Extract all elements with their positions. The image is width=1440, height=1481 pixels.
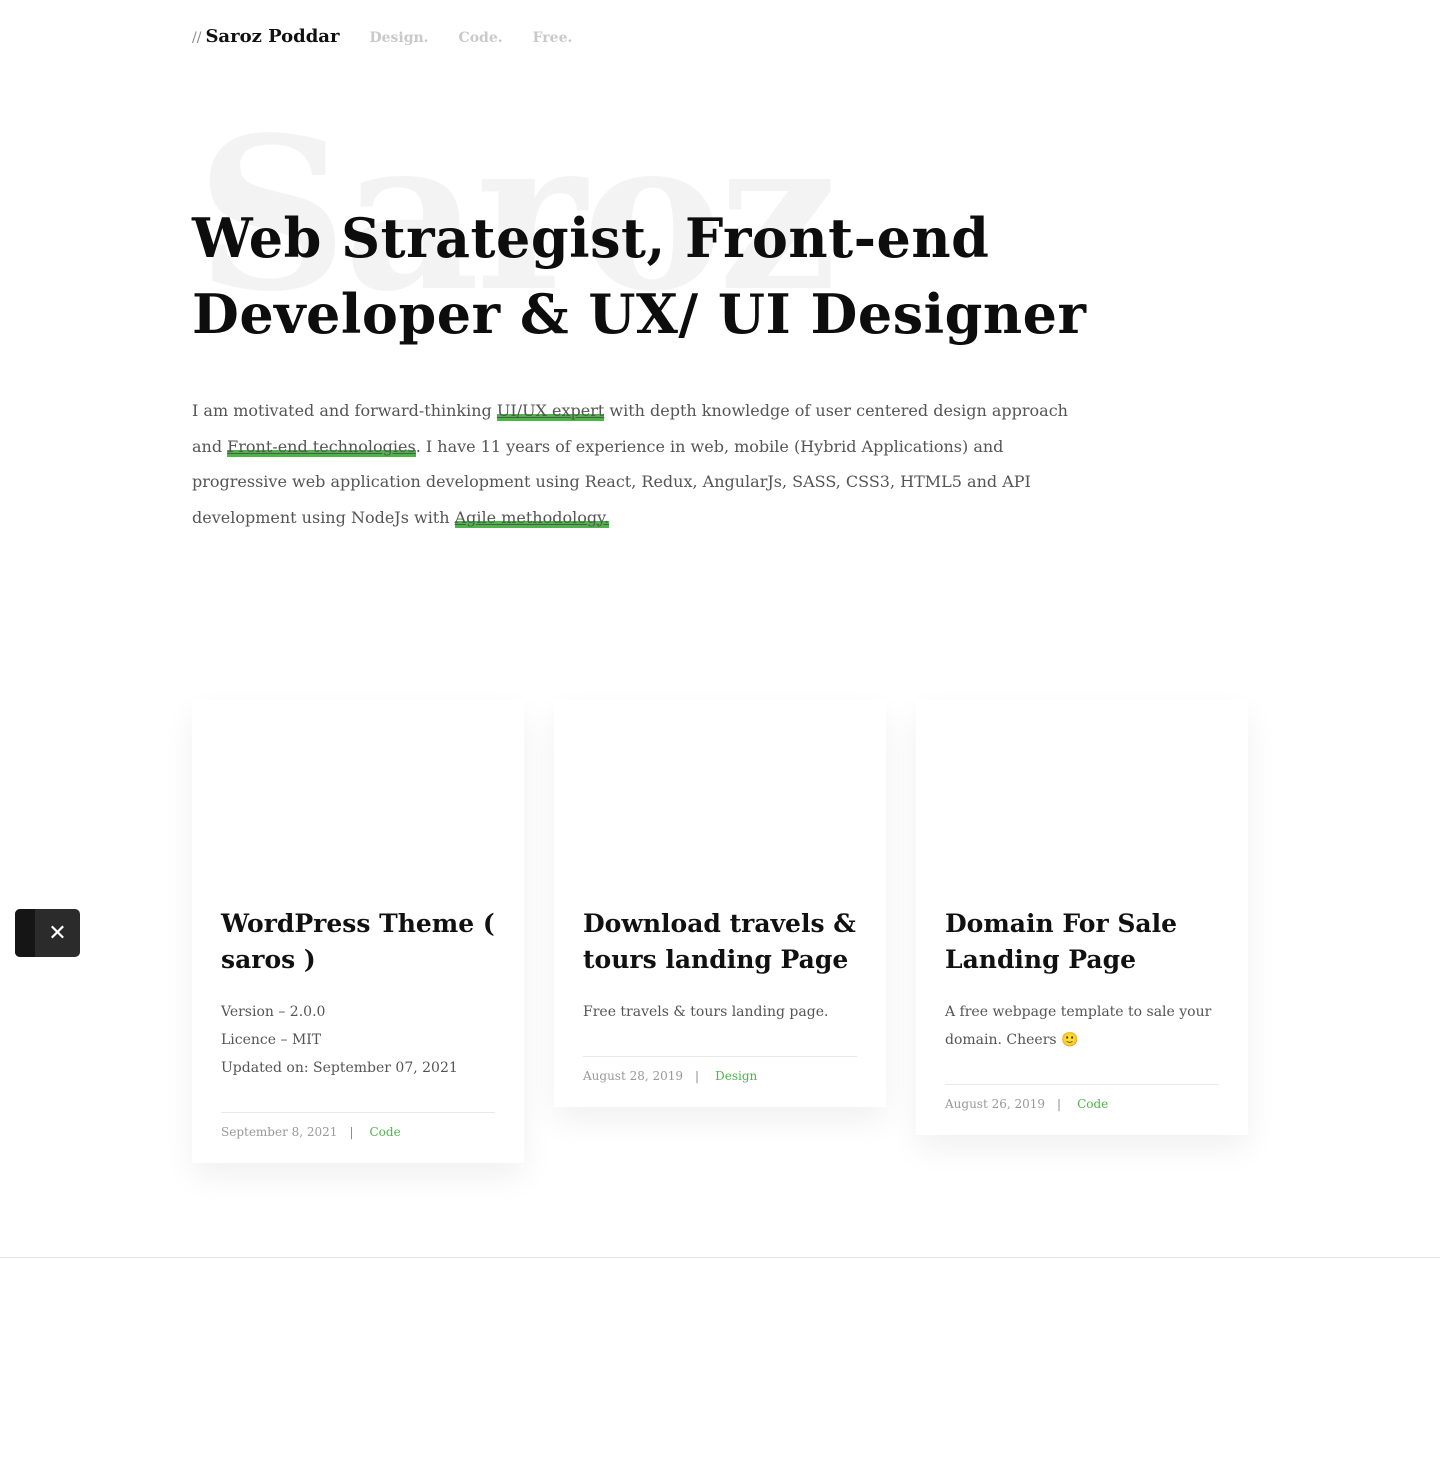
card-meta: September 8, 2021 | Code bbox=[221, 1112, 495, 1139]
intro-paragraph: I am motivated and forward-thinking UI/U… bbox=[192, 393, 1072, 535]
link-uiux-expert[interactable]: UI/UX expert bbox=[496, 401, 605, 421]
card-date: August 28, 2019 bbox=[583, 1069, 684, 1083]
nav-item-code[interactable]: Code. bbox=[459, 30, 503, 46]
card-description: Version – 2.0.0 Licence – MIT Updated on… bbox=[221, 998, 495, 1082]
brand-name: Saroz Poddar bbox=[205, 26, 340, 47]
main-nav: Design. Code. Free. bbox=[369, 30, 602, 46]
card-desc-line: Licence – MIT bbox=[221, 1032, 322, 1048]
intro-text: I am motivated and forward-thinking bbox=[192, 401, 497, 420]
card-date: August 26, 2019 bbox=[945, 1097, 1046, 1111]
card-category-link[interactable]: Code bbox=[1077, 1097, 1108, 1111]
card-date: September 8, 2021 bbox=[221, 1125, 338, 1139]
card-desc-line: Free travels & tours landing page. bbox=[583, 1004, 829, 1020]
hero-title-line-1: Web Strategist, Front-end bbox=[192, 206, 990, 270]
card-desc-line: A free webpage template to sale your dom… bbox=[945, 1004, 1212, 1048]
link-agile-methodology[interactable]: Agile methodology. bbox=[454, 507, 610, 528]
project-cards: WordPress Theme ( saros ) Version – 2.0.… bbox=[192, 700, 1278, 1163]
meta-separator: | bbox=[695, 1069, 700, 1083]
card-title[interactable]: WordPress Theme ( saros ) bbox=[221, 906, 495, 978]
card-desc-line: Version – 2.0.0 bbox=[221, 1004, 326, 1020]
nav-item-free[interactable]: Free. bbox=[533, 30, 573, 46]
hero-title-line-2: Developer & UX/ UI Designer bbox=[192, 282, 1087, 346]
card-meta: August 28, 2019 | Design bbox=[583, 1056, 857, 1083]
card-meta: August 26, 2019 | Code bbox=[945, 1084, 1219, 1111]
card-title[interactable]: Domain For Sale Landing Page bbox=[945, 906, 1219, 978]
site-header: //Saroz Poddar Design. Code. Free. bbox=[192, 26, 602, 47]
card-title[interactable]: Download travels & tours landing Page bbox=[583, 906, 857, 978]
brand-prefix: // bbox=[192, 30, 202, 46]
floating-close-button[interactable]: ✕ bbox=[15, 909, 80, 957]
card-desc-line: Updated on: September 07, 2021 bbox=[221, 1060, 458, 1076]
brand-link[interactable]: //Saroz Poddar bbox=[192, 26, 339, 47]
footer-divider bbox=[0, 1257, 1440, 1258]
meta-separator: | bbox=[1057, 1097, 1062, 1111]
toggle-strip bbox=[15, 909, 35, 957]
nav-item-design[interactable]: Design. bbox=[369, 30, 428, 46]
card-description: A free webpage template to sale your dom… bbox=[945, 998, 1219, 1054]
project-card[interactable]: Domain For Sale Landing Page A free webp… bbox=[916, 700, 1248, 1135]
card-category-link[interactable]: Code bbox=[370, 1125, 401, 1139]
close-icon[interactable]: ✕ bbox=[35, 909, 80, 957]
project-card[interactable]: WordPress Theme ( saros ) Version – 2.0.… bbox=[192, 700, 524, 1163]
card-category-link[interactable]: Design bbox=[715, 1069, 757, 1083]
project-card[interactable]: Download travels & tours landing Page Fr… bbox=[554, 700, 886, 1107]
link-frontend-technologies[interactable]: Front-end technologies bbox=[227, 436, 416, 457]
hero-title: Web Strategist, Front-end Developer & UX… bbox=[192, 200, 1092, 352]
card-description: Free travels & tours landing page. bbox=[583, 998, 857, 1026]
meta-separator: | bbox=[349, 1125, 354, 1139]
